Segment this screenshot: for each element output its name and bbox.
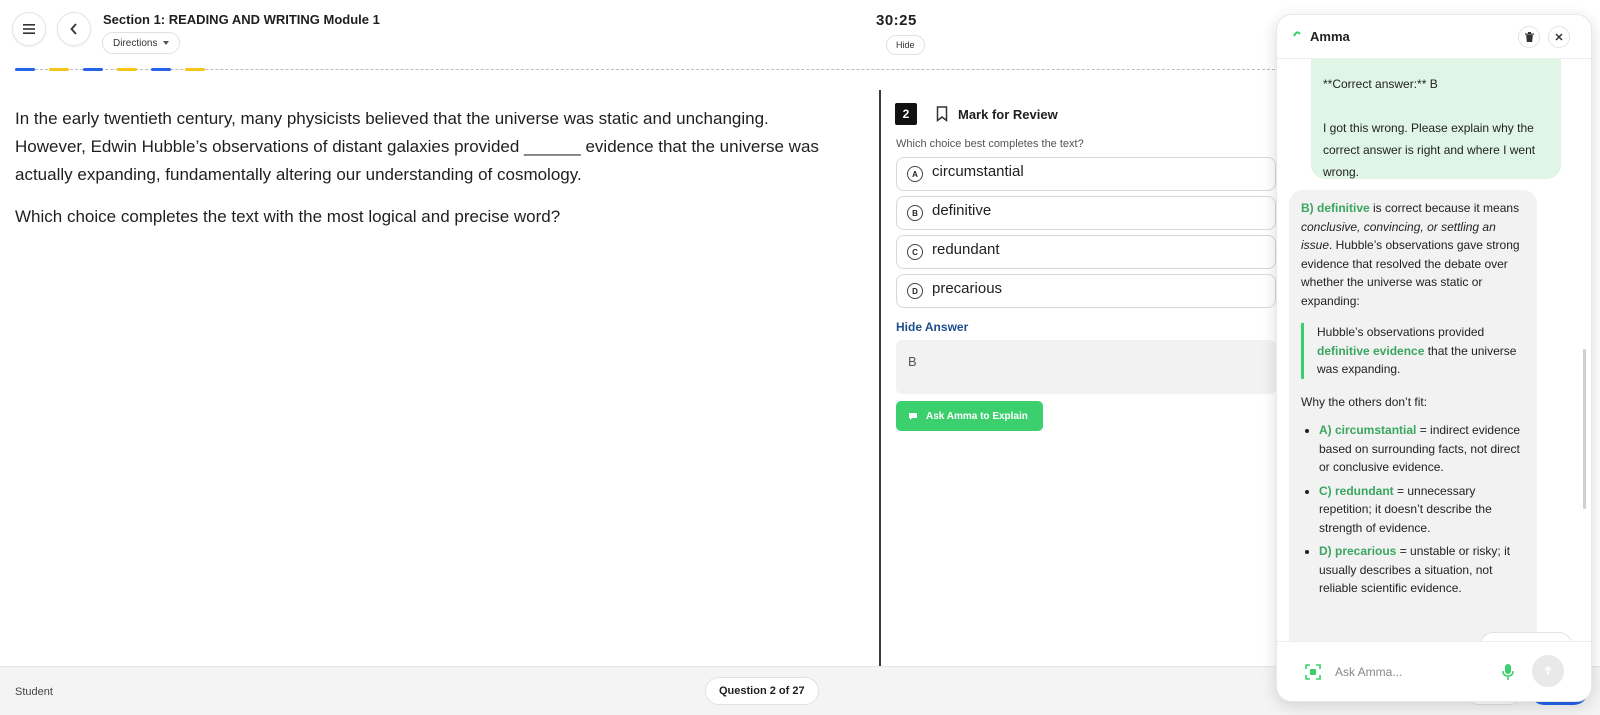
- list-item: C) redundant = unnecessary repetition; i…: [1319, 482, 1525, 538]
- bookmark-icon[interactable]: [936, 106, 948, 122]
- question-counter-button[interactable]: Question 2 of 27: [705, 677, 819, 705]
- hide-timer-button[interactable]: Hide: [886, 35, 925, 55]
- pane-divider[interactable]: [879, 90, 881, 666]
- choice-text: redundant: [932, 240, 1000, 258]
- choice-c[interactable]: C redundant: [896, 235, 1276, 269]
- user-label: Student: [15, 686, 53, 698]
- choice-text: precarious: [932, 279, 1003, 297]
- assistant-intro: B) definitive is correct because it mean…: [1301, 199, 1525, 310]
- close-chat-button[interactable]: [1548, 26, 1570, 48]
- chat-header: Amma: [1277, 15, 1591, 59]
- chevron-left-icon: [70, 23, 77, 35]
- quote-highlight: definitive evidence: [1317, 343, 1425, 358]
- progress-segment: [151, 68, 171, 71]
- mark-for-review[interactable]: Mark for Review: [958, 107, 1058, 122]
- user-message: **Correct answer:** B I got this wrong. …: [1311, 59, 1561, 179]
- passage-prompt: Which choice completes the text with the…: [15, 207, 561, 226]
- trash-icon: [1524, 32, 1534, 42]
- scroll-to-bottom-chip[interactable]: [1480, 632, 1572, 641]
- hide-answer-link[interactable]: Hide Answer: [896, 320, 968, 334]
- progress-segment: [185, 68, 205, 71]
- question-stem: Which choice best completes the text?: [896, 138, 1084, 150]
- chat-messages[interactable]: **Correct answer:** B I got this wrong. …: [1277, 59, 1591, 641]
- choice-letter: D: [907, 283, 923, 299]
- microphone-icon[interactable]: [1501, 663, 1515, 681]
- assistant-message: B) definitive is correct because it mean…: [1289, 190, 1537, 641]
- chat-scrollbar[interactable]: [1583, 349, 1586, 509]
- choice-b[interactable]: B definitive: [896, 196, 1276, 230]
- ask-amma-button[interactable]: Ask Amma to Explain: [896, 401, 1043, 431]
- passage-text: In the early twentieth century, many phy…: [15, 109, 819, 184]
- section-title: Section 1: READING AND WRITING Module 1: [103, 12, 380, 27]
- chat-input-bar: [1277, 641, 1591, 701]
- progress-segment: [117, 68, 137, 71]
- send-button[interactable]: [1532, 655, 1564, 687]
- choice-letter: B: [907, 205, 923, 221]
- amma-chat-panel: Amma **Correct answer:** B I got this wr…: [1276, 14, 1592, 702]
- why-heading: Why the others don’t fit:: [1301, 394, 1428, 409]
- list-item: A) circumstantial = indirect evidence ba…: [1319, 421, 1525, 477]
- back-button[interactable]: [57, 12, 91, 46]
- wrong-choices-list: A) circumstantial = indirect evidence ba…: [1301, 421, 1525, 598]
- screenshot-scan-icon[interactable]: [1305, 664, 1321, 680]
- blockquote: Hubble’s observations provided definitiv…: [1301, 323, 1525, 379]
- delete-chat-button[interactable]: [1518, 26, 1540, 48]
- highlight-term: B) definitive: [1301, 201, 1370, 215]
- directions-label: Directions: [113, 37, 158, 49]
- progress-segment: [49, 68, 69, 71]
- ask-amma-label: Ask Amma to Explain: [926, 410, 1028, 422]
- question-number: 2: [895, 103, 917, 125]
- choice-d[interactable]: D precarious: [896, 274, 1276, 308]
- timer: 30:25: [876, 12, 917, 29]
- directions-dropdown[interactable]: Directions: [102, 32, 181, 54]
- choice-label: A) circumstantial: [1319, 423, 1417, 437]
- answer-box: B: [896, 340, 1276, 394]
- menu-button[interactable]: [12, 12, 46, 46]
- choice-text: definitive: [932, 201, 992, 219]
- choice-a[interactable]: A circumstantial: [896, 157, 1276, 191]
- answer-value: B: [908, 354, 917, 369]
- choice-label: C) redundant: [1319, 483, 1394, 498]
- chat-input[interactable]: [1335, 661, 1485, 683]
- caret-down-icon: [163, 41, 170, 45]
- quote-text: Hubble’s observations provided: [1317, 325, 1485, 339]
- progress-segment: [15, 68, 35, 71]
- choice-letter: A: [907, 166, 923, 182]
- user-message-line: I got this wrong. Please explain why the…: [1323, 121, 1536, 179]
- close-icon: [1555, 33, 1563, 41]
- intro-text: . Hubble’s observations gave strong evid…: [1301, 238, 1520, 308]
- choice-letter: C: [907, 244, 923, 260]
- hamburger-icon: [23, 24, 35, 34]
- choice-text: circumstantial: [932, 162, 1024, 180]
- list-item: D) precarious = unstable or risky; it us…: [1319, 542, 1525, 598]
- arrow-up-icon: [1544, 666, 1552, 675]
- chat-bubble-icon: [909, 412, 917, 420]
- chat-title: Amma: [1310, 29, 1350, 44]
- user-message-line: **Correct answer:** B: [1323, 77, 1438, 91]
- intro-text: is correct because it means: [1369, 201, 1520, 215]
- progress-segment: [83, 68, 103, 71]
- amma-logo-icon: [1293, 31, 1301, 37]
- choice-label: D) precarious: [1319, 544, 1397, 558]
